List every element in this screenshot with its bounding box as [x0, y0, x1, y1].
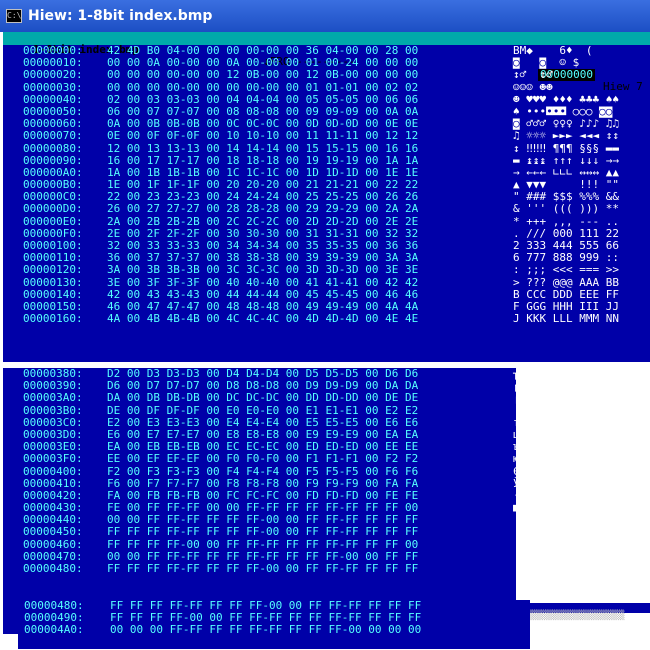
row-address: 00000460:: [23, 537, 83, 551]
hex-row[interactable]: 000003F0: EE 00 EF EF-EF 00 F0 F0-F0 00 F…: [3, 453, 516, 465]
hex-row[interactable]: 00000130: 3E 00 3F 3F-3F 00 40 40-40 00 4…: [3, 275, 650, 289]
row-address: 000004A0:: [24, 623, 84, 637]
row-address: 00000400:: [23, 464, 83, 478]
row-hex-bytes[interactable]: F2 00 F3 F3-F3 00 F4 F4-F4 00 F5 F5-F5 0…: [107, 465, 418, 478]
row-address: 00000120:: [23, 263, 83, 277]
console-icon: C:\: [6, 9, 22, 23]
row-address: 00000080:: [23, 141, 83, 155]
row-ascii: Є єєє ЇЇЇ їїї Ўў: [513, 465, 516, 478]
row-hex-bytes[interactable]: DE 00 DF DF-DF 00 E0 E0-E0 00 E1 E1-E1 0…: [107, 404, 418, 417]
row-ascii: & ''' ((( ))) **: [513, 202, 619, 216]
row-ascii: ■: [513, 501, 516, 514]
row-address: 00000450:: [23, 525, 83, 539]
row-ascii: ☺☺☺ ☻☻: [513, 80, 553, 94]
row-address: 000003F0:: [23, 452, 83, 466]
row-ascii: ю яяя ЁЁЁ ёёё Єє: [513, 453, 516, 465]
hex-rows: 00000480: FF FF FF FF-FF FF FF FF-00 00 F…: [18, 600, 530, 637]
row-address: 000003A0:: [23, 391, 83, 405]
row-ascii: ┌ ███ ▄▄▄ ▌▌▌ ▐▐: [513, 392, 516, 404]
hex-row[interactable]: 00000160: 4A 00 4B 4B-4B 00 4C 4C-4C 00 4…: [3, 312, 650, 326]
row-address: 000003B0:: [23, 403, 83, 417]
row-ascii: * +++ ,,, --- ..: [513, 214, 619, 228]
row-hex-bytes[interactable]: 2A 00 2B 2B-2B 00 2C 2C-2C 00 2D 2D-2D 0…: [107, 215, 418, 228]
title-bar: C:\ Hiew: 1-8bit index.bmp: [0, 0, 650, 32]
hex-row[interactable]: 000003B0: DE 00 DF DF-DF 00 E0 E0-E0 00 E…: [3, 403, 516, 417]
row-hex-bytes[interactable]: FF FF FF FF-00 00 FF FF-FF FF FF FF-FF F…: [107, 538, 418, 551]
row-ascii: ↕ ‼‼‼ ¶¶¶ §§§ ▬▬: [513, 141, 619, 155]
hex-row[interactable]: 00000450: FF FF FF FF-FF FF FF FF-00 00 F…: [3, 526, 516, 538]
row-ascii: J KKK LLL MMM NN: [513, 312, 619, 326]
row-ascii: : ;;; <<< === >>: [513, 263, 619, 277]
hex-row[interactable]: 00000480: FF FF FF FF-FF FF FF FF-00 00 F…: [3, 562, 516, 575]
row-address: 00000130:: [23, 275, 83, 289]
hex-row[interactable]: 000000D0: 26 00 27 27-27 00 28 28-28 00 2…: [3, 203, 650, 215]
row-hex-bytes[interactable]: 00 00 00 00-00 00 12 0B-00 00 12 0B-00 0…: [107, 69, 418, 81]
row-address: 00000020:: [23, 68, 83, 82]
row-hex-bytes[interactable]: 3A 00 3B 3B-3B 00 3C 3C-3C 00 3D 3D-3D 0…: [107, 264, 418, 276]
row-hex-bytes[interactable]: FF FF FF FF-FF FF FF FF-00 00 FF FF-FF F…: [107, 562, 418, 575]
row-hex-bytes[interactable]: 00 00 00 FF-FF FF FF FF-FF FF FF FF-00 0…: [110, 624, 421, 636]
row-address: 00000480:: [23, 562, 83, 575]
hex-rows: 00000380: D2 00 D3 D3-D3 00 D4 D4-D4 00 D…: [3, 368, 516, 575]
row-hex-bytes[interactable]: 12 00 13 13-13 00 14 14-14 00 15 15-15 0…: [107, 142, 418, 155]
row-hex-bytes[interactable]: 0E 00 0F 0F-0F 00 10 10-10 00 11 11-11 0…: [107, 130, 418, 142]
hex-view-pane-top[interactable]: 1-8bit index.bmp ↓FRO --------- 00000000…: [3, 32, 650, 362]
row-ascii: ♫ ☼☼☼ ►►► ◄◄◄ ↕↕: [513, 129, 619, 143]
row-hex-bytes[interactable]: 00 00 00 00-00 00 00 00-00 00 01 01-01 0…: [107, 81, 418, 94]
hex-row[interactable]: 000003A0: DA 00 DB DB-DB 00 DC DC-DC 00 D…: [3, 392, 516, 404]
row-address: 00000070:: [23, 129, 83, 143]
row-address: 000000D0:: [23, 202, 83, 216]
row-hex-bytes[interactable]: 26 00 27 27-27 00 28 28-28 00 29 29-29 0…: [107, 203, 418, 215]
row-hex-bytes[interactable]: EE 00 EF EF-EF 00 F0 F0-F0 00 F1 F1-F1 0…: [107, 453, 418, 465]
hex-row[interactable]: 00000070: 0E 00 0F 0F-0F 00 10 10-10 00 1…: [3, 130, 650, 142]
status-strip: ▒▒▒▒▒▒▒▒▒▒▒▒▒▒▒▒▒▒▒▒: [516, 603, 650, 621]
hex-row[interactable]: 00000080: 12 00 13 13-13 00 14 14-14 00 1…: [3, 141, 650, 155]
hex-row[interactable]: 00000120: 3A 00 3B 3B-3B 00 3C 3C-3C 00 3…: [3, 264, 650, 276]
row-hex-bytes[interactable]: 4A 00 4B 4B-4B 00 4C 4C-4C 00 4D 4D-4D 0…: [107, 312, 418, 325]
row-hex-bytes[interactable]: FF FF FF FF-FF FF FF FF-00 00 FF FF-FF F…: [107, 526, 418, 538]
hex-row[interactable]: 000004A0: 00 00 00 FF-FF FF FF FF-FF FF F…: [18, 624, 530, 636]
row-hex-bytes[interactable]: 3E 00 3F 3F-3F 00 40 40-40 00 41 41-41 0…: [107, 276, 418, 289]
console-area: 1-8bit index.bmp ↓FRO --------- 00000000…: [0, 32, 650, 650]
row-ascii: ▐ ▀▀▀ ррр ссс тт: [513, 404, 516, 417]
hex-rows: 00000000: 42 4D B0 04-00 00 00 00-00 00 3…: [3, 44, 650, 326]
row-address: 00000030:: [23, 80, 83, 94]
hex-row[interactable]: 000000E0: 2A 00 2B 2B-2B 00 2C 2C-2C 00 2…: [3, 214, 650, 228]
row-hex-bytes[interactable]: DA 00 DB DB-DB 00 DC DC-DC 00 DD DD-DD 0…: [107, 392, 418, 404]
row-address: 00000160:: [23, 312, 83, 326]
row-ascii: > ??? @@@ AAA BB: [513, 275, 619, 289]
hex-row[interactable]: 00000460: FF FF FF FF-00 00 FF FF-FF FF F…: [3, 537, 516, 551]
hex-view-pane-middle[interactable]: 00000380: D2 00 D3 D3-D3 00 D4 D4-D4 00 D…: [3, 368, 516, 634]
hex-view-pane-bottom[interactable]: 00000480: FF FF FF FF-FF FF FF FF-00 00 F…: [18, 600, 530, 649]
window-title: Hiew: 1-8bit index.bmp: [28, 8, 213, 24]
hex-row[interactable]: 00000020: 00 00 00 00-00 00 12 0B-00 00 1…: [3, 69, 650, 81]
hex-row[interactable]: 00000030: 00 00 00 00-00 00 00 00-00 00 0…: [3, 80, 650, 94]
row-address: 000000E0:: [23, 214, 83, 228]
hex-row[interactable]: 00000400: F2 00 F3 F3-F3 00 F4 F4-F4 00 F…: [3, 464, 516, 478]
row-ascii: ↕♂ ↕♂: [513, 68, 553, 82]
